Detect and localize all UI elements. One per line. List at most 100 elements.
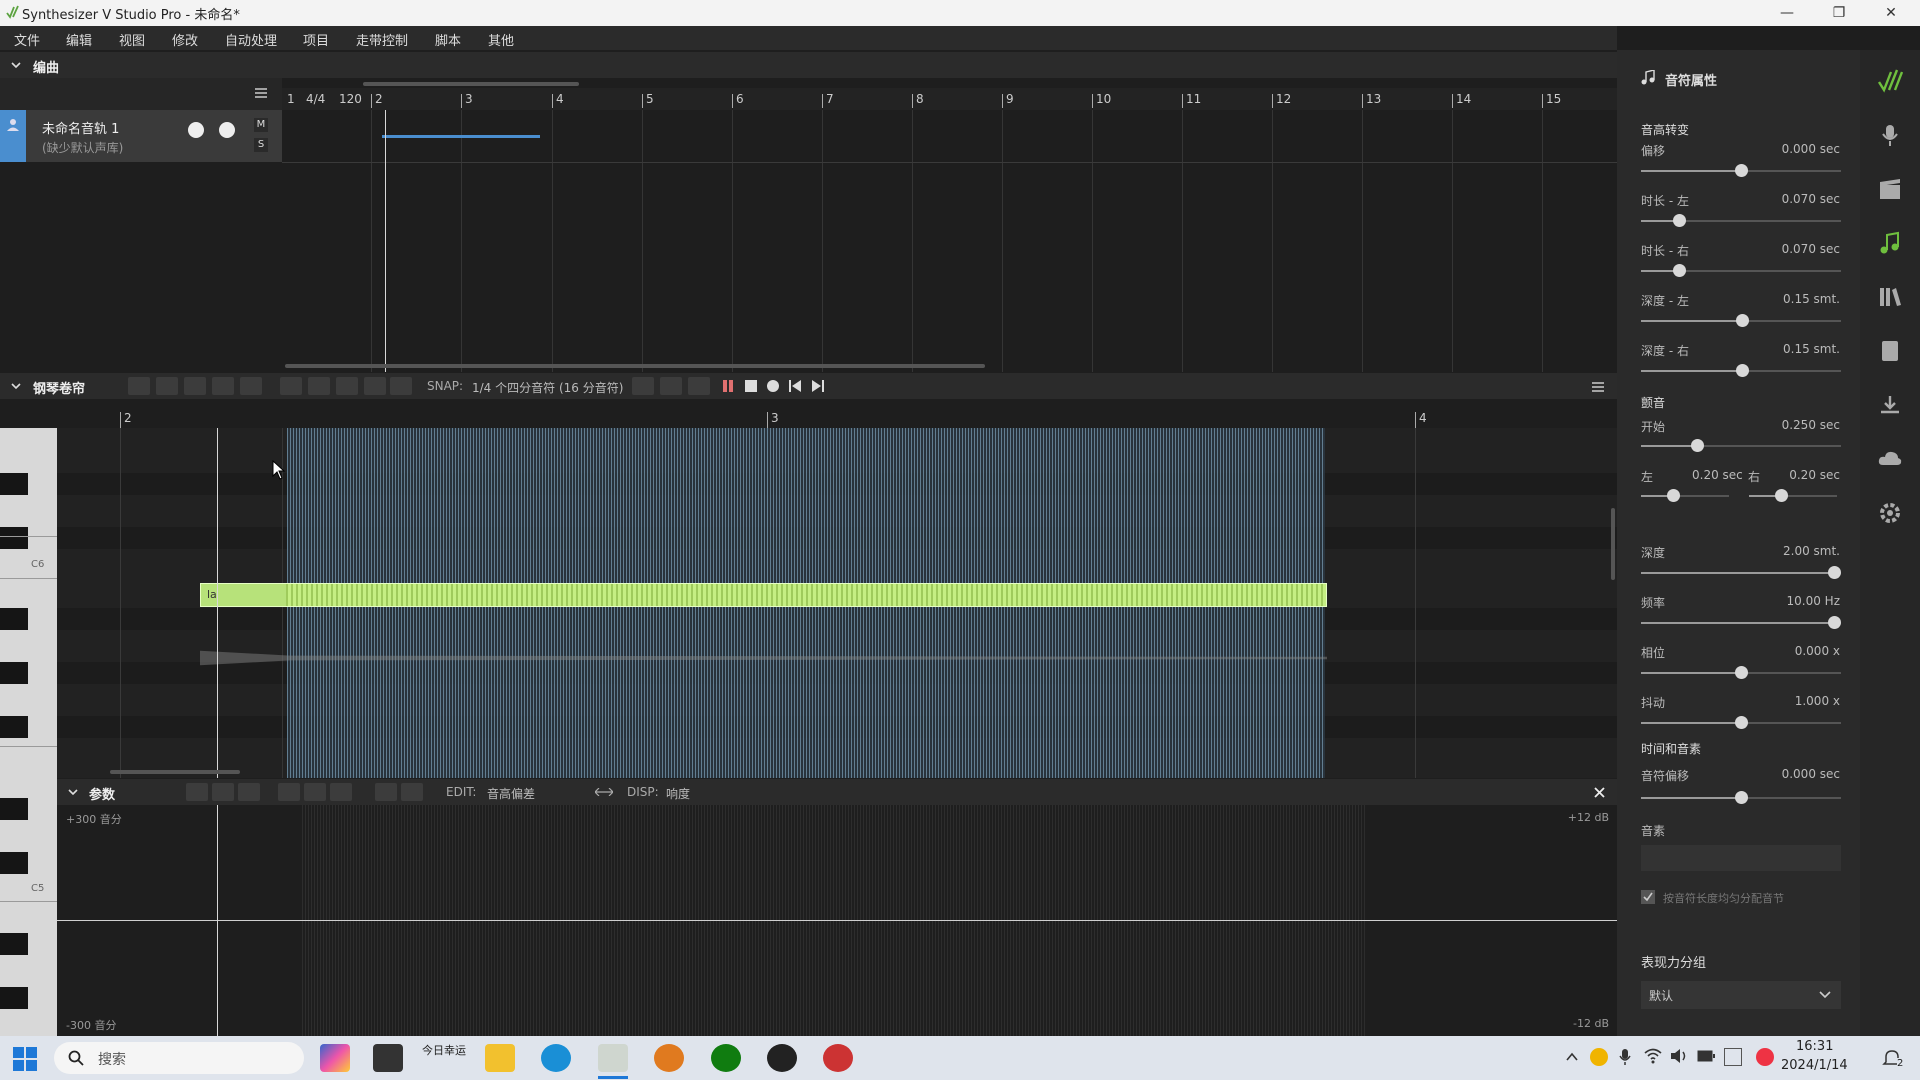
- menu-other[interactable]: 其他: [488, 30, 514, 49]
- param-line-button[interactable]: [238, 783, 260, 801]
- menu-auto[interactable]: 自动处理: [225, 30, 277, 49]
- slider-knob[interactable]: [1736, 364, 1749, 377]
- microphone-icon[interactable]: [1877, 122, 1903, 148]
- vibrato-start-value[interactable]: 0.250 sec: [1782, 418, 1840, 432]
- slider-knob[interactable]: [1736, 314, 1749, 327]
- param-x2-button[interactable]: [375, 783, 397, 801]
- minimize-button[interactable]: —: [1764, 0, 1810, 26]
- playhead[interactable]: [385, 110, 386, 372]
- black-key[interactable]: [0, 852, 28, 874]
- menu-edit[interactable]: 编辑: [66, 30, 92, 49]
- arrangement-scrollbar[interactable]: [285, 364, 985, 368]
- parameter-editor[interactable]: +300 音分 -300 音分 +12 dB -12 dB: [57, 805, 1617, 1036]
- mute-button[interactable]: M: [254, 118, 268, 132]
- pitch-deviation-curve[interactable]: [57, 920, 1617, 921]
- chevron-down-icon[interactable]: [11, 381, 21, 391]
- menu-script[interactable]: 脚本: [435, 30, 461, 49]
- vibrato-start-slider[interactable]: [1641, 439, 1841, 452]
- note-lyric[interactable]: la: [207, 588, 217, 601]
- chevron-up-icon[interactable]: [1566, 1052, 1578, 1062]
- microphone-icon[interactable]: [1618, 1048, 1632, 1066]
- volume-icon[interactable]: [1670, 1048, 1688, 1064]
- pitch-depth-left-value[interactable]: 0.15 smt.: [1783, 292, 1840, 306]
- time-signature[interactable]: 4/4: [306, 92, 325, 106]
- vibrato-frequency-value[interactable]: 10.00 Hz: [1787, 594, 1841, 608]
- note-group-clip[interactable]: [382, 135, 540, 138]
- menu-transport[interactable]: 走带控制: [356, 30, 408, 49]
- piano-roll-ruler[interactable]: 2 3 4: [57, 410, 1617, 428]
- vibrato-jitter-slider[interactable]: [1641, 716, 1841, 729]
- lyrics-view-button[interactable]: [364, 377, 386, 395]
- track-header[interactable]: 未命名音轨 1 (缺少默认声库) M S: [0, 110, 282, 162]
- vibrato-phase-slider[interactable]: [1641, 666, 1841, 679]
- vibrato-depth-slider[interactable]: [1641, 566, 1841, 579]
- synthv-taskbar-icon[interactable]: [598, 1044, 628, 1072]
- menu-view[interactable]: 视图: [119, 30, 145, 49]
- vibrato-jitter-value[interactable]: 1.000 x: [1795, 694, 1840, 708]
- param-pen-button[interactable]: [212, 783, 234, 801]
- cloud-icon[interactable]: [1877, 446, 1903, 472]
- black-key[interactable]: [0, 798, 28, 820]
- slider-knob[interactable]: [1735, 716, 1748, 729]
- slider-knob[interactable]: [1735, 164, 1748, 177]
- note-offset-value[interactable]: 0.000 sec: [1782, 767, 1840, 781]
- note[interactable]: la: [200, 583, 1327, 607]
- param-x4-button[interactable]: [401, 783, 423, 801]
- vibrato-depth-value[interactable]: 2.00 smt.: [1783, 544, 1840, 558]
- metronome-button[interactable]: [688, 377, 710, 395]
- arrangement-grid[interactable]: [282, 110, 1617, 372]
- pitch-duration-right-value[interactable]: 0.070 sec: [1782, 242, 1840, 256]
- solo-button[interactable]: S: [254, 138, 268, 152]
- ime-tray-icon[interactable]: [1724, 1048, 1742, 1066]
- black-key[interactable]: [0, 473, 28, 495]
- pitch-depth-right-value[interactable]: 0.15 smt.: [1783, 342, 1840, 356]
- pen-tool-button[interactable]: [156, 377, 178, 395]
- windows-start-icon[interactable]: [13, 1047, 37, 1071]
- display-param-select[interactable]: 响度: [666, 785, 690, 802]
- render-icon[interactable]: [1877, 392, 1903, 418]
- settings-gear-icon[interactable]: [1877, 500, 1903, 526]
- slider-knob[interactable]: [1828, 566, 1841, 579]
- black-key[interactable]: [0, 527, 28, 549]
- slider-knob[interactable]: [1673, 214, 1686, 227]
- black-key[interactable]: [0, 662, 28, 684]
- piano-roll-grid[interactable]: la: [57, 428, 1617, 778]
- black-key[interactable]: [0, 608, 28, 630]
- skip-back-icon[interactable]: [789, 380, 801, 392]
- split-tool-button[interactable]: [212, 377, 234, 395]
- clock-date[interactable]: 2024/1/14: [1781, 1058, 1848, 1073]
- link-tool-button[interactable]: [184, 377, 206, 395]
- track-name[interactable]: 未命名音轨 1: [42, 118, 119, 137]
- tempo[interactable]: 120: [339, 92, 362, 106]
- battery-icon[interactable]: [1697, 1050, 1715, 1062]
- pitch-duration-left-value[interactable]: 0.070 sec: [1782, 192, 1840, 206]
- param-smooth-button[interactable]: [278, 783, 300, 801]
- pitch-duration-left-slider[interactable]: [1641, 214, 1841, 227]
- loop-start-button[interactable]: [632, 377, 654, 395]
- edit-param-select[interactable]: 音高偏差: [487, 785, 535, 802]
- menu-modify[interactable]: 修改: [172, 30, 198, 49]
- vertical-scrollbar[interactable]: [1611, 508, 1615, 580]
- loop-button[interactable]: [660, 377, 682, 395]
- media-player-icon[interactable]: [823, 1044, 853, 1072]
- slider-knob[interactable]: [1828, 616, 1841, 629]
- qq-tray-icon[interactable]: [1590, 1048, 1608, 1066]
- task-view-icon[interactable]: [373, 1044, 403, 1072]
- arrangement-ruler[interactable]: 1 4/4 120 2 3 4 5 6 7 8 9 10 11 12 13 14…: [282, 88, 1617, 110]
- pitch-depth-left-slider[interactable]: [1641, 314, 1841, 327]
- piano-roll-scrollbar[interactable]: [110, 770, 240, 774]
- edge-browser-icon[interactable]: [541, 1044, 571, 1072]
- skip-forward-icon[interactable]: [812, 380, 824, 392]
- news-widget[interactable]: 今日幸运: [422, 1044, 466, 1072]
- close-window-button[interactable]: ✕: [1868, 0, 1914, 26]
- pause-icon[interactable]: [722, 380, 734, 392]
- antivirus-tray-icon[interactable]: [1756, 1048, 1774, 1066]
- pitch-curve-button[interactable]: [308, 377, 330, 395]
- wifi-icon[interactable]: [1644, 1048, 1662, 1064]
- clapperboard-icon[interactable]: [1877, 176, 1903, 202]
- black-key[interactable]: [0, 716, 28, 738]
- select-tool-button[interactable]: [128, 377, 150, 395]
- playhead[interactable]: [217, 805, 218, 1036]
- book-icon[interactable]: [1877, 338, 1903, 364]
- arrangement-header[interactable]: 编曲: [0, 52, 1617, 78]
